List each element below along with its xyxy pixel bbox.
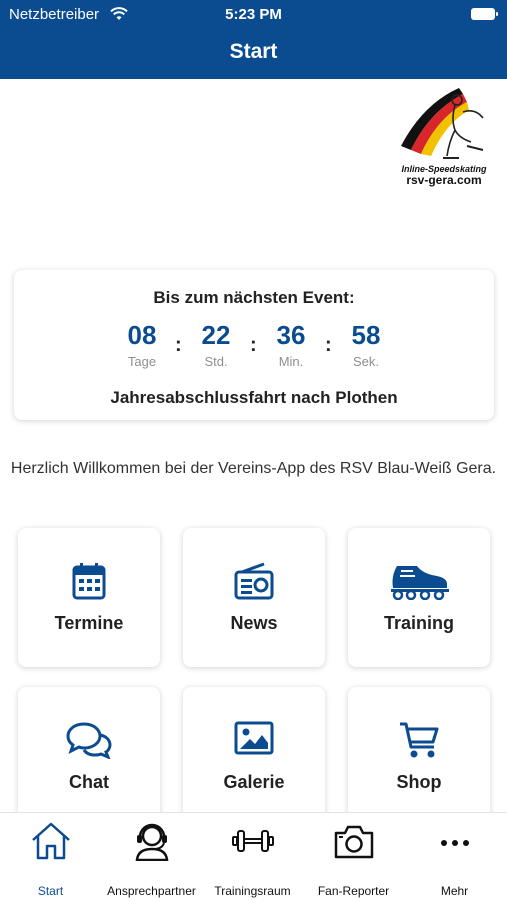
radio-icon bbox=[183, 562, 325, 605]
tile-label: Chat bbox=[69, 772, 109, 792]
page-title: Start bbox=[229, 40, 278, 63]
tile-chat[interactable]: Chat bbox=[18, 687, 160, 826]
dumbbell-icon bbox=[202, 821, 303, 866]
countdown-separator: : bbox=[175, 334, 182, 356]
tab-ansprechpartner[interactable]: Ansprechpartner bbox=[101, 813, 202, 901]
status-time: 5:23 PM bbox=[225, 6, 282, 23]
countdown-seconds: 58 Sek. bbox=[336, 320, 396, 369]
tile-label: News bbox=[230, 613, 278, 633]
countdown-hours: 22 Std. bbox=[186, 320, 246, 369]
tab-label: Trainingsraum bbox=[214, 884, 291, 898]
tile-news[interactable]: News bbox=[183, 528, 325, 667]
tab-mehr[interactable]: Mehr bbox=[404, 813, 505, 901]
status-bar: Netzbetreiber 5:23 PM bbox=[0, 6, 507, 26]
tile-label: Galerie bbox=[223, 772, 285, 792]
chat-bubbles-icon bbox=[18, 721, 160, 764]
countdown-days: 08 Tage bbox=[112, 320, 172, 369]
more-dots-icon bbox=[404, 821, 505, 866]
event-countdown-card[interactable]: Bis zum nächsten Event: 08 Tage : 22 Std… bbox=[14, 270, 494, 420]
calendar-icon bbox=[18, 562, 160, 605]
countdown-value: 22 bbox=[201, 320, 231, 350]
tab-start[interactable]: Start bbox=[0, 813, 101, 901]
shopping-cart-icon bbox=[348, 721, 490, 764]
image-icon bbox=[183, 721, 325, 760]
countdown-unit: Std. bbox=[204, 354, 228, 369]
event-heading: Bis zum nächsten Event: bbox=[153, 288, 355, 307]
tab-label: Ansprechpartner bbox=[107, 884, 196, 898]
tab-trainingsraum[interactable]: Trainingsraum bbox=[202, 813, 303, 901]
tile-label: Training bbox=[383, 613, 454, 633]
battery-icon bbox=[471, 8, 498, 20]
welcome-text: Herzlich Willkommen bei der Vereins-App … bbox=[10, 460, 497, 477]
tab-bar: Start Ansprechpartner Trainingsraum Fan-… bbox=[0, 812, 507, 900]
countdown-value: 36 bbox=[276, 320, 306, 350]
tab-label: Start bbox=[37, 884, 64, 898]
countdown-unit: Tage bbox=[127, 354, 157, 369]
club-logo: Inline-Speedskating rsv-gera.com bbox=[393, 86, 493, 187]
tile-label: Shop bbox=[396, 772, 442, 792]
inline-skate-icon bbox=[348, 562, 490, 605]
event-name: Jahresabschlussfahrt nach Plothen bbox=[110, 388, 398, 407]
countdown-minutes: 36 Min. bbox=[261, 320, 321, 369]
tile-galerie[interactable]: Galerie bbox=[183, 687, 325, 826]
support-person-icon bbox=[101, 821, 202, 866]
tile-label: Termine bbox=[54, 613, 124, 633]
camera-icon bbox=[303, 821, 404, 866]
app-header: Netzbetreiber 5:23 PM Start bbox=[0, 0, 507, 79]
countdown-separator: : bbox=[325, 334, 332, 356]
home-icon bbox=[0, 821, 101, 866]
countdown-value: 58 bbox=[351, 320, 381, 350]
countdown-value: 08 bbox=[127, 320, 157, 350]
tab-label: Fan-Reporter bbox=[317, 884, 390, 898]
logo-url: rsv-gera.com bbox=[406, 173, 482, 187]
tab-fan-reporter[interactable]: Fan-Reporter bbox=[303, 813, 404, 901]
countdown-unit: Sek. bbox=[352, 354, 379, 369]
countdown-unit: Min. bbox=[278, 354, 304, 369]
tile-training[interactable]: Training bbox=[348, 528, 490, 667]
tile-shop[interactable]: Shop bbox=[348, 687, 490, 826]
tile-termine[interactable]: Termine bbox=[18, 528, 160, 667]
tab-label: Mehr bbox=[440, 884, 469, 898]
countdown-separator: : bbox=[250, 334, 257, 356]
